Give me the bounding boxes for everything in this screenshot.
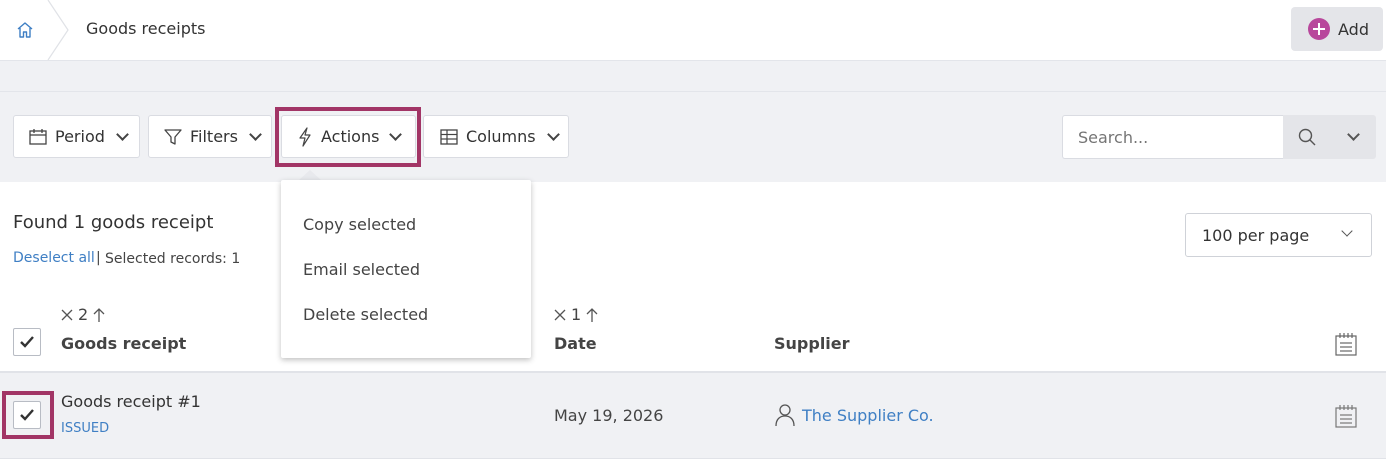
actions-dropdown-menu: Copy selected Email selected Delete sele…: [281, 180, 531, 358]
columns-icon: [440, 128, 458, 145]
column-header-supplier[interactable]: Supplier: [774, 334, 850, 353]
column-header-date[interactable]: Date: [554, 334, 597, 353]
chevron-down-icon: [1341, 225, 1353, 237]
chevron-down-icon: [1347, 128, 1360, 141]
per-page-select[interactable]: 100 per page: [1185, 213, 1372, 257]
close-icon: [554, 309, 566, 320]
menu-item-copy-selected[interactable]: Copy selected: [303, 215, 416, 234]
filter-icon: [164, 128, 182, 145]
home-link[interactable]: [0, 0, 50, 60]
person-icon: [775, 404, 795, 427]
menu-item-email-selected[interactable]: Email selected: [303, 260, 420, 279]
search-input[interactable]: [1062, 115, 1284, 159]
chevron-down-icon: [546, 127, 560, 141]
separator: |: [96, 250, 101, 266]
add-button-label: Add: [1338, 19, 1369, 39]
column-header-goods-receipt[interactable]: Goods receipt: [61, 334, 186, 353]
checkmark-icon: [20, 336, 34, 348]
menu-item-delete-selected[interactable]: Delete selected: [303, 305, 428, 324]
table-row[interactable]: [0, 373, 1386, 459]
page-band: [0, 61, 1386, 92]
calendar-icon: [29, 128, 47, 145]
filters-button[interactable]: Filters: [148, 115, 272, 158]
receipt-date: May 19, 2026: [554, 406, 664, 425]
page-title: Goods receipts: [86, 19, 206, 38]
sort-indicator-date[interactable]: 1: [553, 305, 599, 324]
results-count: Found 1 goods receipt: [13, 212, 214, 233]
breadcrumb-separator-icon: [47, 0, 69, 60]
supplier-link[interactable]: The Supplier Co.: [774, 403, 934, 427]
search-icon: [1298, 128, 1316, 146]
home-icon: [17, 22, 33, 38]
row-details-icon[interactable]: [1334, 404, 1358, 428]
period-button[interactable]: Period: [13, 115, 140, 158]
per-page-value: 100 per page: [1202, 225, 1310, 245]
search-options-button[interactable]: [1331, 115, 1376, 159]
actions-highlight-frame: [275, 107, 421, 167]
add-button[interactable]: Add: [1291, 7, 1383, 51]
sort-order: 2: [78, 305, 89, 324]
sort-order: 1: [571, 305, 582, 324]
close-icon: [61, 309, 73, 320]
columns-button[interactable]: Columns: [423, 115, 569, 158]
top-bar: Goods receipts Add: [0, 0, 1386, 61]
period-label: Period: [55, 127, 105, 146]
row-checkbox-highlight-frame: [2, 391, 54, 439]
supplier-name: The Supplier Co.: [802, 405, 934, 425]
filters-label: Filters: [190, 127, 238, 146]
search-button[interactable]: [1283, 115, 1331, 159]
goods-receipt-name[interactable]: Goods receipt #1: [61, 392, 201, 411]
column-settings-icon[interactable]: [1334, 332, 1358, 356]
deselect-all-link[interactable]: Deselect all: [13, 250, 95, 266]
columns-label: Columns: [466, 127, 536, 146]
plus-circle-icon: [1308, 18, 1330, 40]
arrow-up-icon: [586, 307, 598, 322]
selected-records: Selected records: 1: [105, 251, 241, 267]
sort-indicator-goods-receipt[interactable]: 2: [60, 305, 106, 324]
chevron-down-icon: [116, 127, 129, 141]
chevron-down-icon: [249, 127, 262, 141]
select-all-checkbox[interactable]: [13, 328, 41, 356]
status-badge: ISSUED: [61, 421, 110, 436]
arrow-up-icon: [93, 307, 105, 322]
